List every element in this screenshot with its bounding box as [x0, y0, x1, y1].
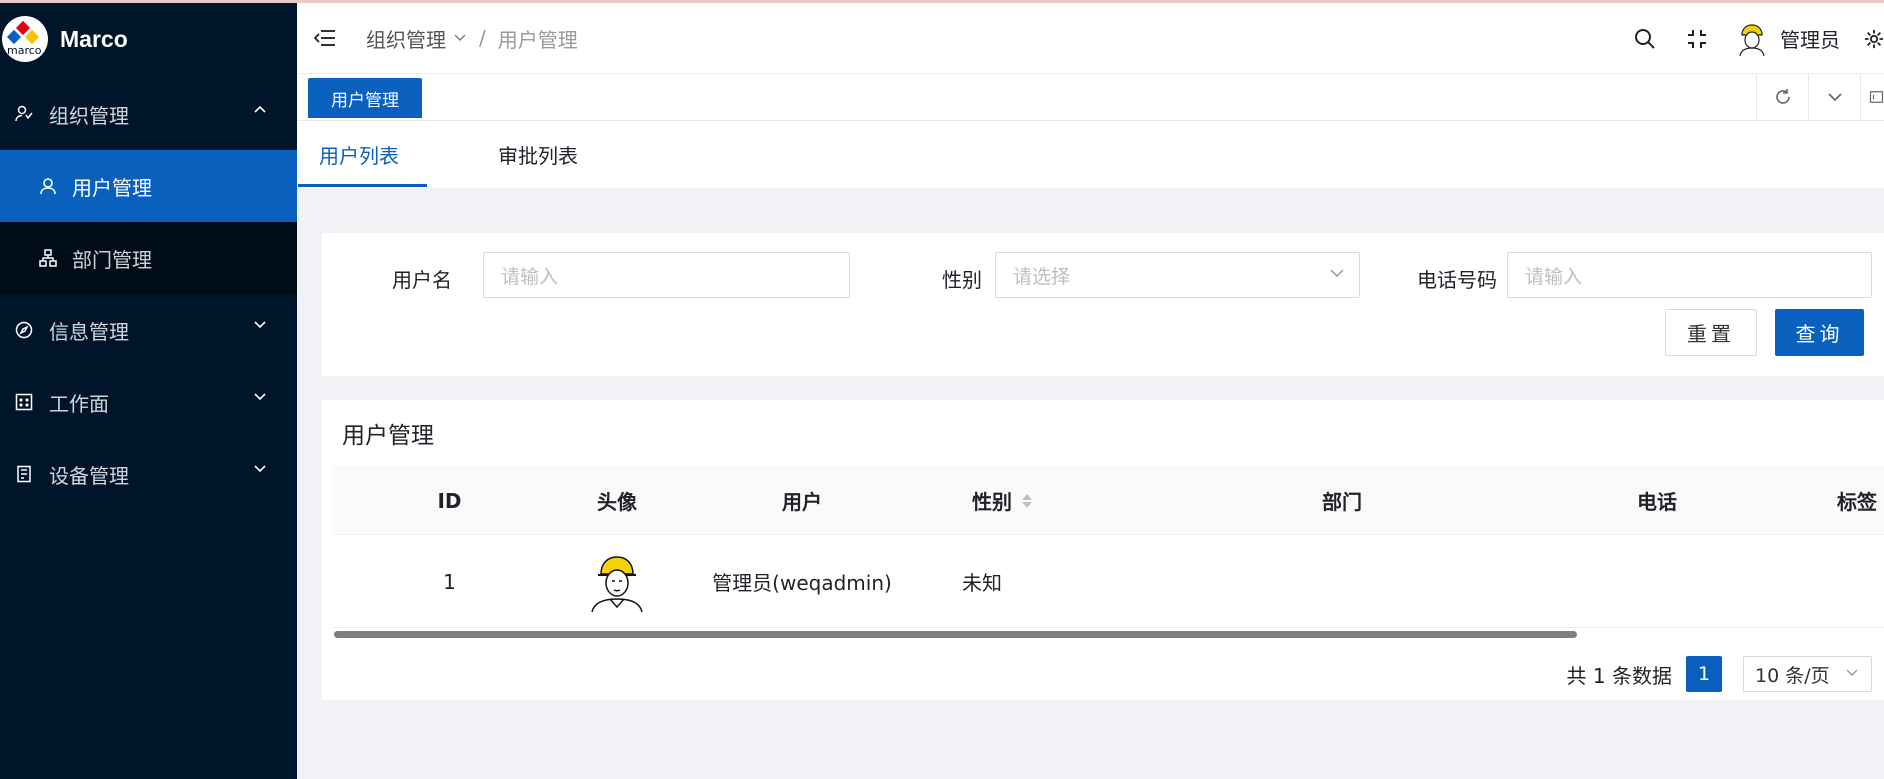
org-submenu: 用户管理 部门管理 — [0, 150, 297, 294]
sidebar-group-info[interactable]: 信息管理 — [0, 294, 297, 366]
logo-text: marco — [7, 44, 42, 57]
sidebar-group-label: 设备管理 — [49, 463, 129, 488]
avatar — [591, 555, 643, 612]
sidebar-group-org[interactable]: 组织管理 — [0, 78, 297, 150]
fullscreen-icon[interactable] — [1684, 26, 1710, 52]
department-icon — [38, 248, 58, 268]
page-size-value: 10 条/页 — [1755, 664, 1830, 687]
page-tab-user-management[interactable]: 用户管理 — [308, 78, 422, 118]
pagination: 共 1 条数据 1 10 条/页 — [1567, 656, 1884, 692]
grid-icon — [14, 392, 34, 412]
page-number-button[interactable]: 1 — [1686, 656, 1722, 692]
tab-approval-list[interactable]: 审批列表 — [498, 121, 578, 188]
column-header-gender-label: 性别 — [972, 490, 1012, 514]
tab-user-list[interactable]: 用户列表 — [319, 121, 399, 188]
header-actions: 管理员 — [1632, 3, 1884, 74]
chevron-down-icon — [254, 465, 266, 473]
gender-select[interactable]: 请选择 — [995, 252, 1360, 298]
gear-icon[interactable] — [1864, 26, 1884, 52]
chevron-down-icon — [254, 393, 266, 401]
table-title: 用户管理 — [342, 423, 434, 449]
table-header: ID 头像 用户 性别 部门 电话 标签 — [332, 466, 1884, 535]
cell-tags — [1812, 535, 1884, 628]
sort-icon[interactable] — [1022, 493, 1032, 508]
expand-icon[interactable] — [1860, 74, 1884, 120]
sidebar-group-label: 工作面 — [49, 391, 109, 416]
user-icon — [38, 176, 58, 196]
sidebar-group-label: 组织管理 — [49, 103, 129, 128]
sidebar-group-device[interactable]: 设备管理 — [0, 438, 297, 510]
column-header-phone: 电话 — [1637, 490, 1677, 514]
menu-fold-icon[interactable] — [314, 28, 336, 48]
tab-label: 用户列表 — [319, 144, 399, 168]
sidebar: marco Marco 组织管理 用户管理 部门管理 信息管理 工作面 设备管理 — [0, 0, 297, 779]
column-header-tags: 标签 — [1837, 490, 1877, 514]
username-label: 用户名 — [392, 268, 452, 292]
window-top-border — [0, 0, 1884, 3]
column-header-id: ID — [437, 488, 462, 513]
sidebar-group-label: 信息管理 — [49, 319, 129, 344]
table-row[interactable]: 1 管理员(weqadmin) 未知 — [332, 535, 1884, 628]
cell-phone — [1597, 535, 1717, 628]
chevron-down-icon — [1846, 669, 1858, 676]
column-header-avatar: 头像 — [597, 490, 637, 514]
app-logo[interactable]: marco Marco — [0, 0, 297, 78]
subtabs: 用户列表 审批列表 — [297, 121, 1884, 188]
cell-user: 管理员(weqadmin) — [712, 571, 892, 595]
username-input[interactable]: 请输入 — [483, 252, 850, 298]
user-table-card: 用户管理 ID 头像 用户 性别 部门 电话 标签 1 管理员(weqadmin… — [322, 400, 1884, 700]
username-placeholder: 请输入 — [501, 265, 559, 288]
breadcrumb-item-current: 用户管理 — [497, 27, 578, 52]
device-icon — [14, 464, 34, 484]
refresh-icon[interactable] — [1756, 74, 1808, 120]
search-form: 用户名 请输入 性别 请选择 电话号码 请输入 重置 查询 — [322, 233, 1884, 376]
sidebar-item-label: 用户管理 — [72, 175, 152, 200]
sidebar-item-department-management[interactable]: 部门管理 — [0, 222, 297, 294]
cell-department — [1282, 535, 1402, 628]
column-header-user: 用户 — [782, 490, 822, 514]
active-tab-indicator — [298, 184, 427, 187]
chevron-down-icon — [1330, 269, 1344, 278]
horizontal-scrollbar[interactable] — [334, 631, 1577, 638]
tabs-tools — [1756, 74, 1884, 120]
column-header-department: 部门 — [1322, 490, 1362, 514]
tab-label: 审批列表 — [498, 144, 578, 168]
chevron-down-icon[interactable] — [1808, 74, 1860, 120]
phone-label: 电话号码 — [1417, 268, 1497, 292]
top-header: 组织管理 / 用户管理 管理员 — [297, 3, 1884, 74]
breadcrumb: 组织管理 / 用户管理 — [366, 24, 578, 53]
phone-input[interactable]: 请输入 — [1507, 252, 1872, 298]
phone-placeholder: 请输入 — [1525, 265, 1583, 288]
query-button[interactable]: 查询 — [1775, 309, 1864, 356]
sidebar-item-user-management[interactable]: 用户管理 — [0, 150, 297, 222]
reset-button[interactable]: 重置 — [1665, 309, 1757, 356]
cell-avatar — [572, 535, 662, 628]
breadcrumb-separator: / — [479, 26, 486, 50]
sidebar-group-workface[interactable]: 工作面 — [0, 366, 297, 438]
page-tabs-bar: 用户管理 — [297, 74, 1884, 121]
cell-gender: 未知 — [962, 571, 1002, 595]
user-name[interactable]: 管理员 — [1780, 24, 1840, 53]
column-header-gender[interactable]: 性别 — [942, 466, 1062, 535]
search-icon[interactable] — [1632, 26, 1658, 52]
gender-label: 性别 — [942, 268, 982, 292]
breadcrumb-item-org[interactable]: 组织管理 — [366, 24, 446, 53]
app-title: Marco — [60, 25, 128, 52]
sidebar-item-label: 部门管理 — [72, 247, 152, 272]
chevron-up-icon — [254, 105, 266, 113]
total-count: 共 1 条数据 — [1566, 663, 1672, 688]
cell-id: 1 — [443, 569, 456, 594]
chevron-down-icon — [254, 321, 266, 329]
org-icon — [14, 104, 34, 124]
page-size-select[interactable]: 10 条/页 — [1743, 656, 1872, 692]
chevron-down-icon[interactable] — [453, 33, 467, 43]
marco-logo-icon: marco — [2, 16, 48, 62]
compass-icon — [14, 320, 34, 340]
gender-placeholder: 请选择 — [1013, 265, 1071, 288]
avatar[interactable] — [1736, 22, 1768, 56]
